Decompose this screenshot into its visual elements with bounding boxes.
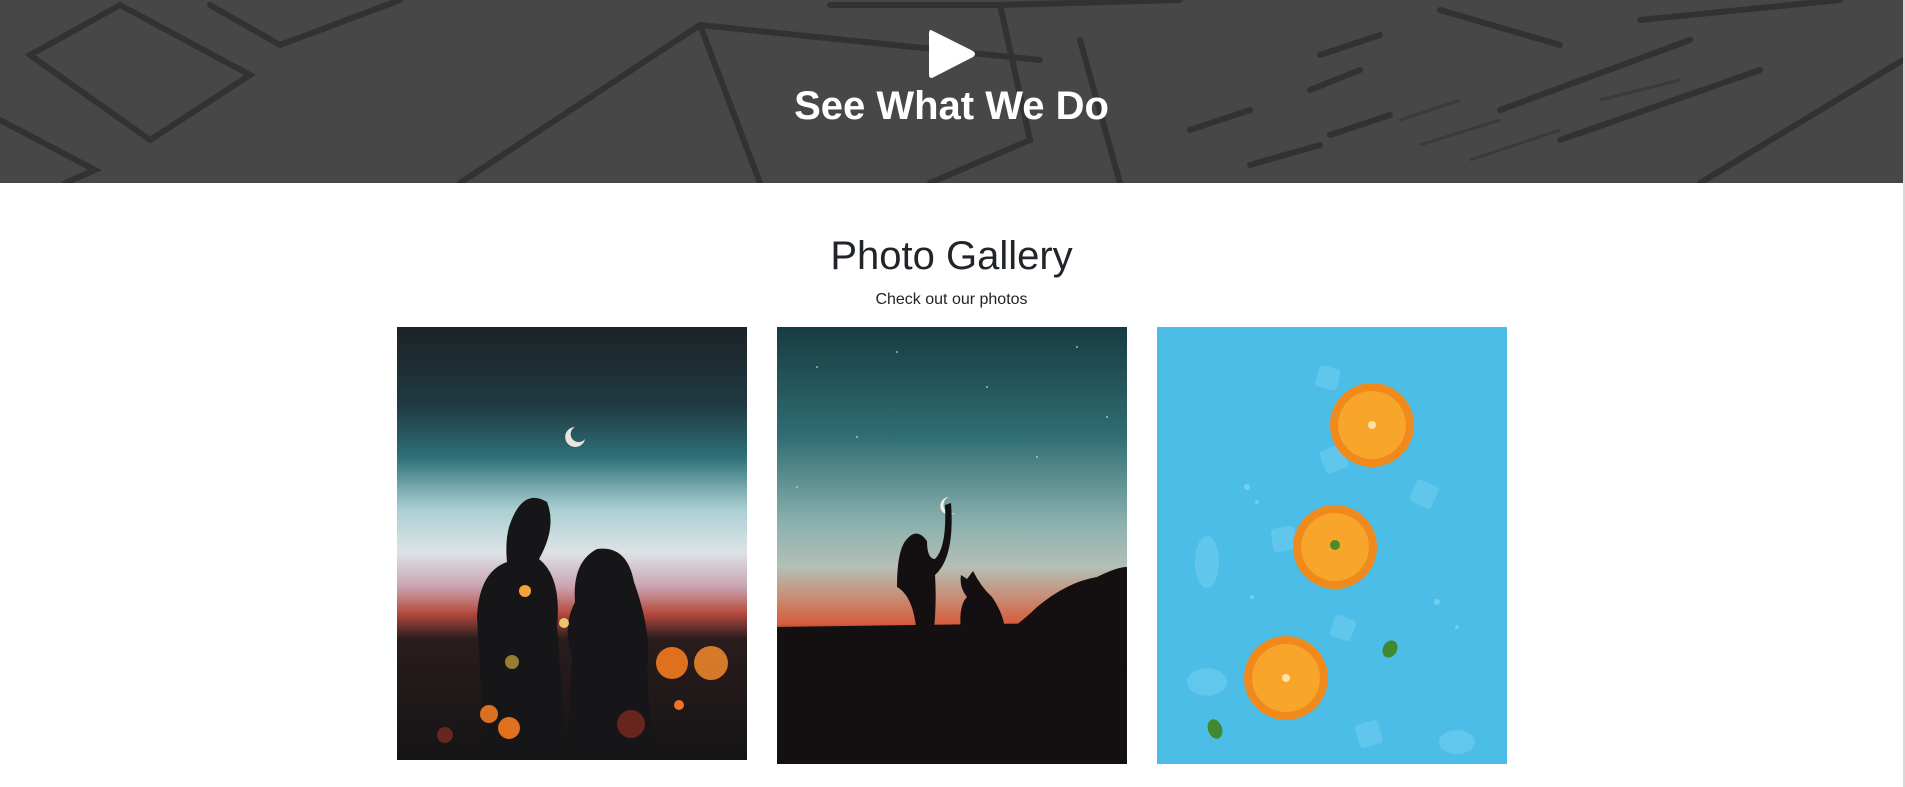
orange-slice-bottom bbox=[1244, 636, 1328, 720]
orange-slice-middle bbox=[1293, 505, 1377, 589]
gallery-photo-woman-dog[interactable] bbox=[777, 327, 1127, 764]
gallery-title: Photo Gallery bbox=[830, 234, 1073, 278]
orange-slice-top bbox=[1330, 383, 1414, 467]
play-icon[interactable] bbox=[929, 28, 975, 80]
video-hero-banner: See What We Do bbox=[0, 0, 1903, 183]
gallery-photo-oranges[interactable] bbox=[1157, 327, 1507, 764]
gallery-photo-couple[interactable] bbox=[397, 327, 747, 760]
gallery-subtitle: Check out our photos bbox=[875, 291, 1028, 308]
hero-title: See What We Do bbox=[794, 84, 1109, 128]
